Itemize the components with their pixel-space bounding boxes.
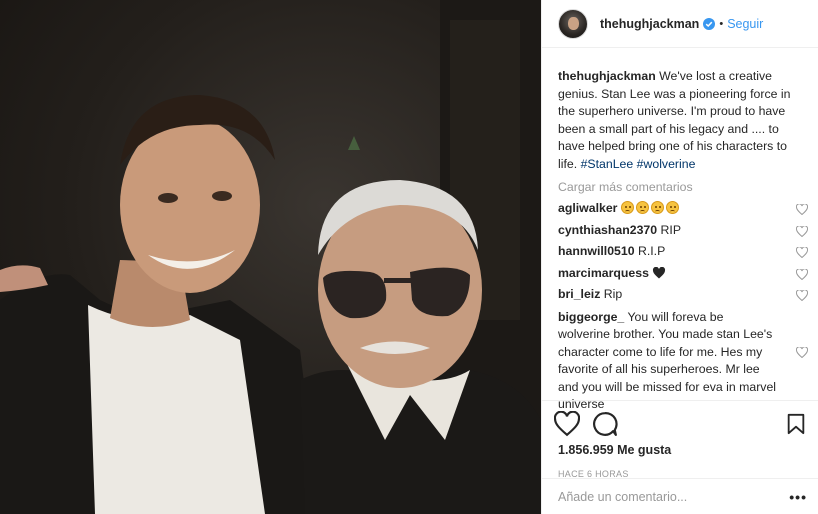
more-options-button[interactable]: ••• (789, 489, 807, 505)
add-comment-bar: ••• (542, 478, 818, 514)
caption-username[interactable]: thehughjackman (558, 69, 656, 83)
comment-username[interactable]: marcimarquess (558, 266, 649, 280)
comment-text: RIP (660, 222, 682, 237)
avatar[interactable] (558, 8, 588, 39)
black-heart-emoji-icon (653, 266, 666, 278)
post-side-panel: thehughjackman • Seguir thehughjackman W… (541, 0, 818, 514)
instagram-post: thehughjackman • Seguir thehughjackman W… (0, 0, 818, 514)
comment-username[interactable]: hannwill0510 (558, 244, 635, 258)
follow-button[interactable]: Seguir (727, 17, 763, 31)
like-comment-heart-icon[interactable] (796, 247, 808, 258)
comment-text: You will foreva be wolverine brother. Yo… (558, 309, 777, 412)
comment-item: cynthiashan2370 RIP (558, 222, 808, 240)
header-username[interactable]: thehughjackman (600, 17, 699, 31)
photo-illustration (0, 0, 541, 514)
worried-face-emoji-icon (620, 201, 681, 215)
comment-text: Rip (603, 287, 623, 301)
comment-bubble-icon[interactable] (592, 411, 618, 437)
comment-item: bri_leiz Rip (558, 286, 808, 304)
likes-count[interactable]: 1.856.959 Me gusta (554, 443, 807, 457)
post-caption: thehughjackman We've lost a creative gen… (558, 68, 808, 173)
verified-badge-icon (703, 17, 716, 30)
action-icons-row (554, 407, 807, 441)
comment-username[interactable]: bri_leiz (558, 287, 600, 301)
caption-text: We've lost a creative genius. Stan Lee w… (558, 69, 791, 171)
post-header: thehughjackman • Seguir (542, 0, 818, 48)
like-comment-heart-icon[interactable] (796, 268, 808, 280)
comment-item: biggeorge_ You will foreva be wolverine … (558, 309, 808, 414)
like-comment-heart-icon[interactable] (796, 346, 808, 358)
hashtag-wolverine[interactable]: #wolverine (637, 157, 696, 171)
add-comment-input[interactable] (558, 489, 790, 504)
comment-item: hannwill0510 R.I.P (558, 243, 808, 261)
separator-dot: • (719, 17, 724, 30)
hashtag-stanlee[interactable]: #StanLee (581, 157, 634, 171)
comment-item: agliwalker (558, 200, 808, 218)
load-more-comments-button[interactable]: Cargar más comentarios (558, 179, 808, 196)
like-comment-heart-icon[interactable] (796, 204, 808, 215)
like-comment-heart-icon[interactable] (796, 290, 808, 301)
comment-username[interactable]: agliwalker (558, 201, 617, 215)
comment-text: R.I.P (637, 244, 666, 258)
comment-username[interactable]: cynthiashan2370 (558, 223, 657, 237)
comments-list: thehughjackman We've lost a creative gen… (558, 68, 808, 414)
bookmark-save-icon[interactable] (785, 412, 807, 436)
post-photo[interactable] (0, 0, 541, 514)
like-heart-icon[interactable] (554, 411, 580, 437)
like-comment-heart-icon[interactable] (796, 225, 808, 237)
comment-username[interactable]: biggeorge_ (558, 310, 624, 324)
comment-item: marcimarquess (558, 265, 808, 283)
